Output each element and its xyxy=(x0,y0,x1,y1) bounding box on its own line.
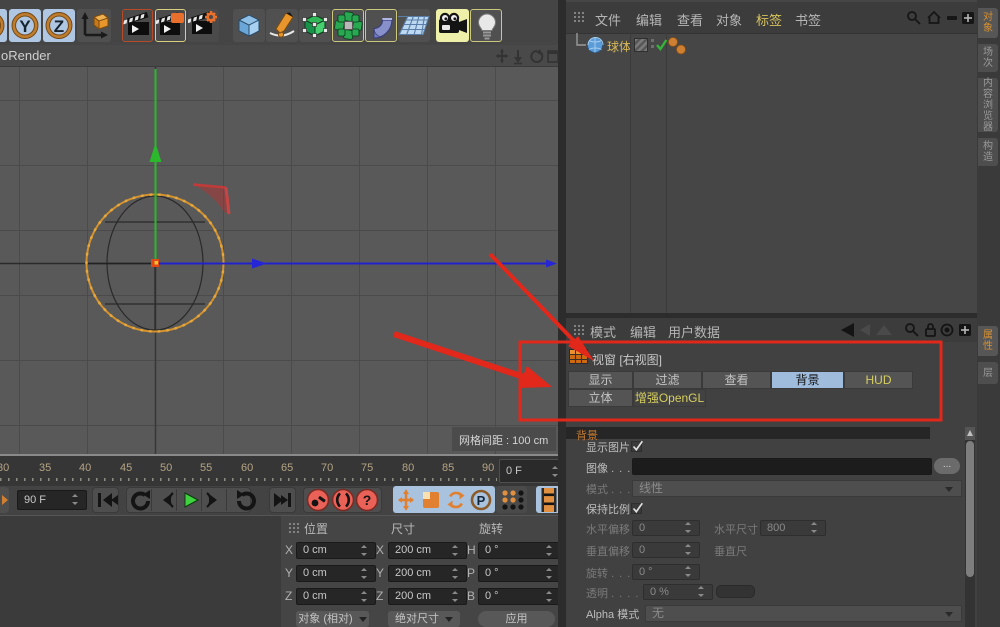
svg-text:Y: Y xyxy=(19,17,31,36)
svg-text:Z: Z xyxy=(54,17,64,36)
svg-text:?: ? xyxy=(363,492,372,508)
svg-text:P: P xyxy=(477,493,486,508)
